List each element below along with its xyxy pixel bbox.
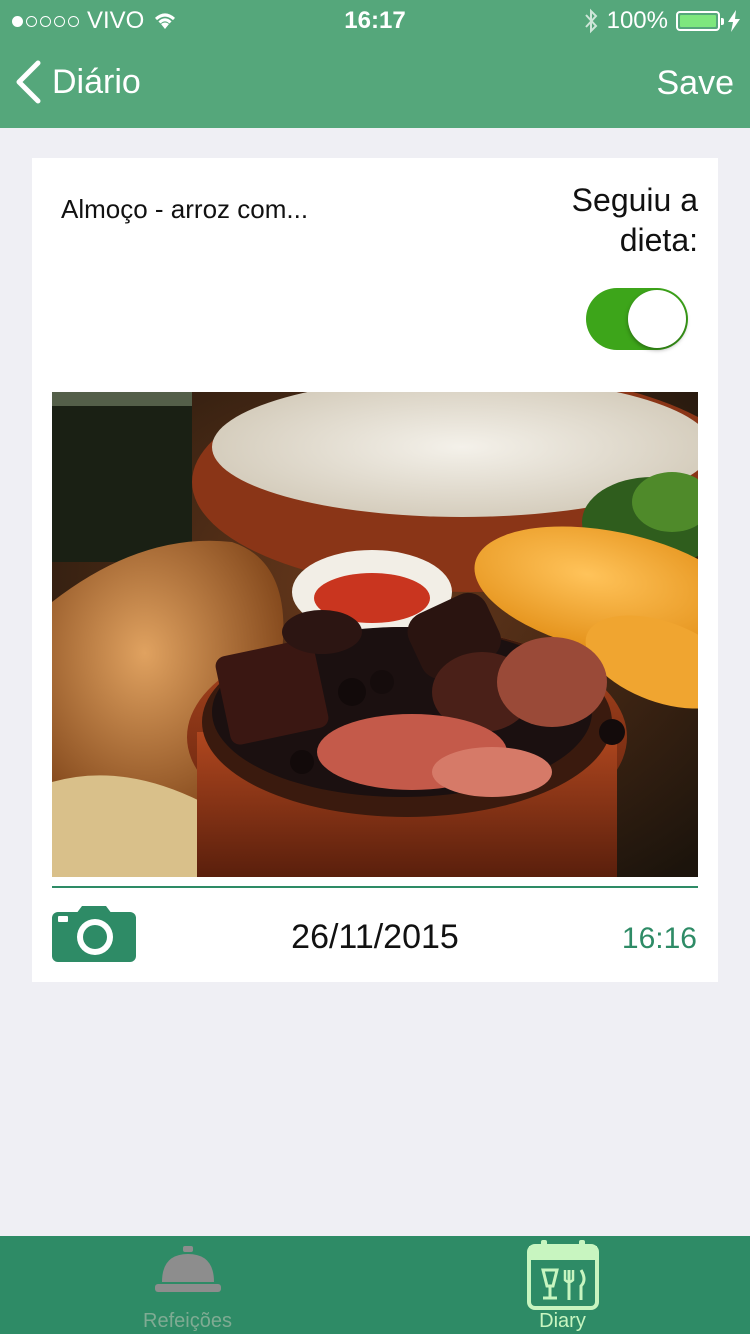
meal-photo[interactable] <box>52 392 698 877</box>
back-label: Diário <box>52 62 141 101</box>
entry-title[interactable]: Almoço - arroz com... <box>61 194 308 225</box>
save-button[interactable]: Save <box>657 64 735 103</box>
tab-refeicoes[interactable]: Refeições <box>0 1236 375 1334</box>
service-bell-icon <box>154 1246 221 1292</box>
diet-followed-label: Seguiu a dieta: <box>571 182 698 258</box>
tab-refeicoes-label: Refeições <box>143 1310 232 1332</box>
tab-bar: Refeições Diary <box>0 1236 750 1334</box>
chevron-left-icon <box>16 60 41 104</box>
tab-diary[interactable]: Diary <box>375 1236 750 1334</box>
diary-entry-card: Almoço - arroz com... Seguiu a dieta: 26… <box>32 158 718 982</box>
battery-icon <box>676 11 724 31</box>
tab-diary-label: Diary <box>539 1310 586 1332</box>
calendar-utensils-icon <box>526 1240 599 1310</box>
toggle-knob <box>628 290 686 348</box>
charging-icon <box>728 10 740 32</box>
entry-date[interactable]: 26/11/2015 <box>32 918 718 957</box>
navigation-bar: VIVO 16:17 100% Diário Save <box>0 0 750 128</box>
bluetooth-icon <box>584 8 597 34</box>
battery-percent: 100% <box>606 7 668 34</box>
meal-photo-image <box>52 392 698 877</box>
divider <box>52 886 698 888</box>
status-bar: VIVO 16:17 100% <box>0 0 750 40</box>
back-button[interactable]: Diário <box>14 60 141 104</box>
diet-followed-toggle[interactable] <box>586 288 688 350</box>
entry-time[interactable]: 16:16 <box>622 922 697 956</box>
